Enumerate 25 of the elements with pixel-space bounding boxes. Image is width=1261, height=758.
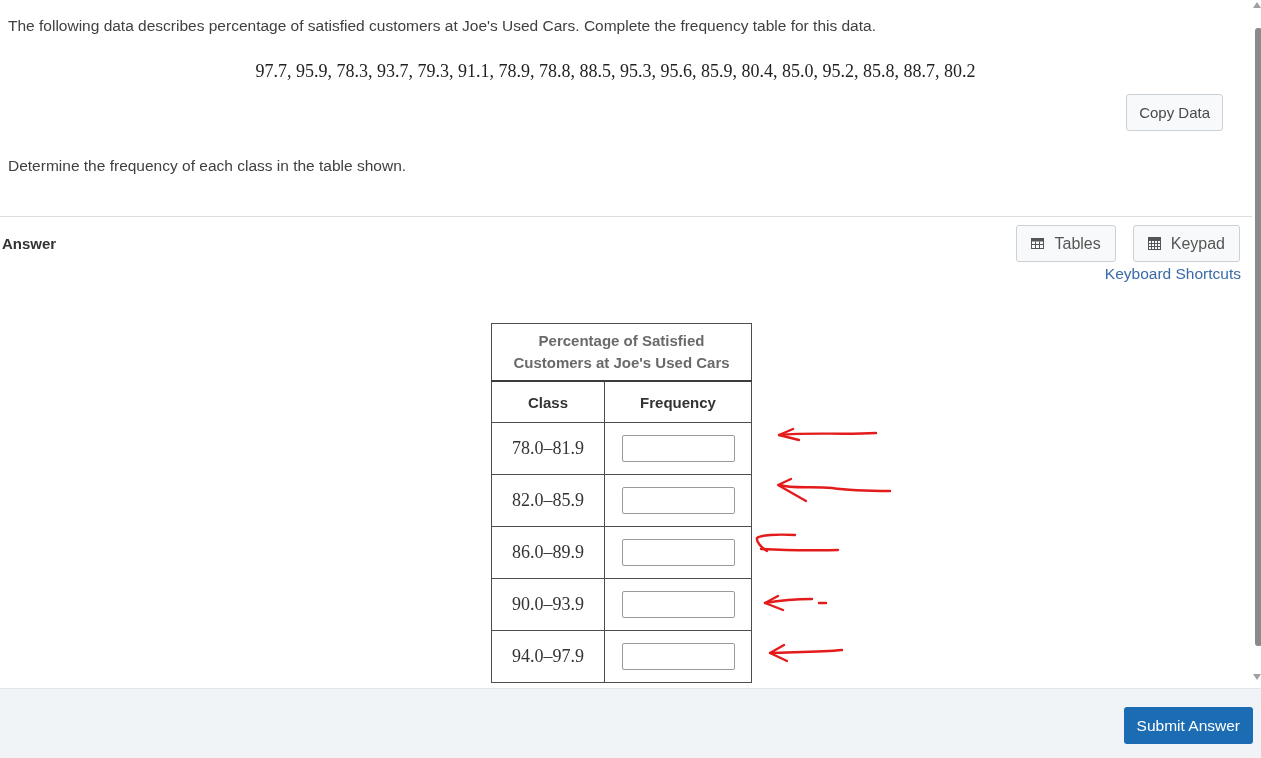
tables-button[interactable]: Tables [1016,225,1116,262]
submit-answer-button[interactable]: Submit Answer [1123,707,1253,744]
frequency-input[interactable] [621,539,735,566]
table-cell: 86.0–89.9 [491,526,605,579]
question-prompt: The following data describes percentage of satisfied customers at Joe's Used Cars. Complete the frequency table for this data. [8,16,877,36]
table-cell: 94.0–97.9 [491,630,605,683]
frequency-input[interactable] [621,487,735,514]
frequency-input[interactable] [621,435,735,462]
answer-label: Answer [2,235,57,252]
data-values: 97.7, 95.9, 78.3, 93.7, 79.3, 91.1, 78.9, 78.8, 88.5, 95.3, 95.6, 85.9, 80.4, 85.0, 95.2, 85.8, 88.7, 80.2 [254,60,977,82]
vertical-scrollbar[interactable] [1253,2,1261,680]
keyboard-shortcuts-link[interactable]: Keyboard Shortcuts [1104,264,1241,284]
frequency-input[interactable] [621,643,735,670]
copy-data-button[interactable]: Copy Data [1126,94,1223,131]
calculator-icon [1147,237,1161,250]
table-title: Percentage of Satisfied Customers at Joe's Used Cars [491,323,752,381]
frequency-input[interactable] [621,591,735,618]
column-header: Class [491,381,605,423]
table-icon [1031,238,1045,249]
table-cell: 90.0–93.9 [491,578,605,631]
table-cell: 82.0–85.9 [491,474,605,527]
table-cell: 78.0–81.9 [491,422,605,475]
column-header: Frequency [604,381,752,423]
keypad-button[interactable]: Keypad [1132,225,1240,262]
instruction-text: Determine the frequency of each class in the table shown. [8,156,408,176]
